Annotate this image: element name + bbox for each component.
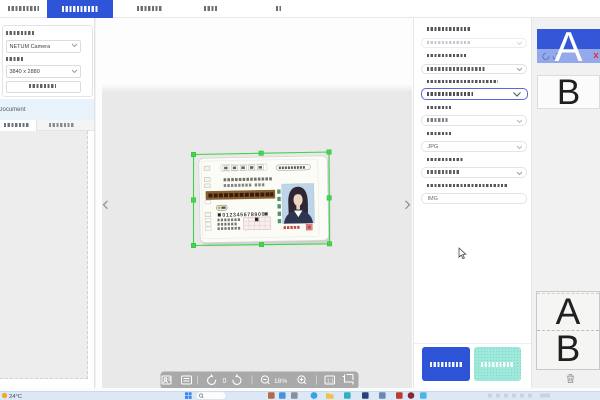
svg-text:0: 0 <box>223 378 227 385</box>
svg-text:1:1: 1:1 <box>327 378 335 384</box>
svg-text:24°C: 24°C <box>9 394 22 400</box>
svg-text:18%: 18% <box>274 377 287 384</box>
